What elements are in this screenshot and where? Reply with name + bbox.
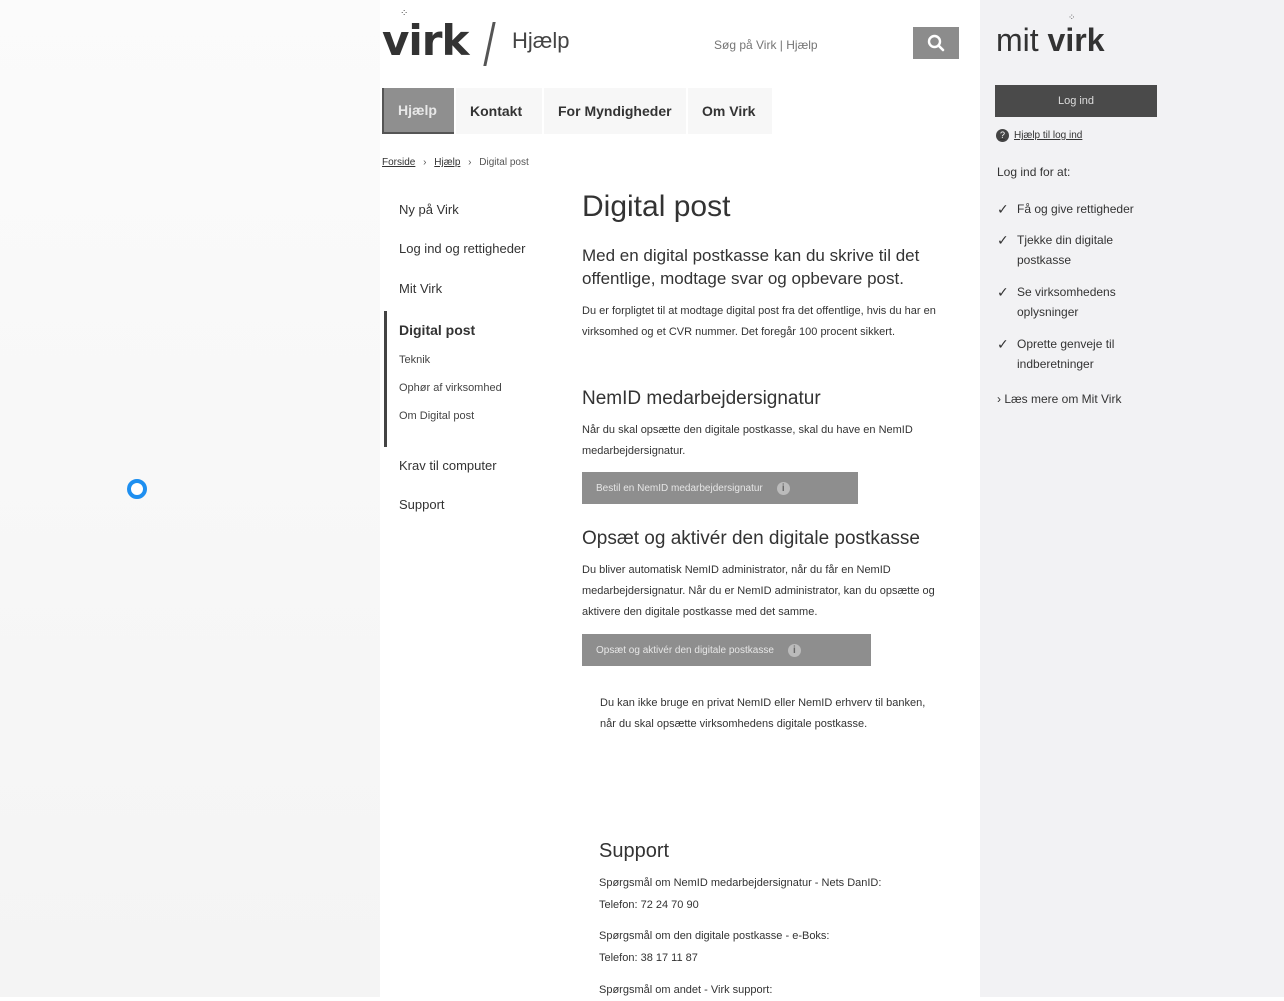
- sidebar-item-ny-paa-virk[interactable]: Ny på Virk: [399, 202, 459, 217]
- checklist-item: ✓ Få og give rettigheder: [997, 199, 1147, 219]
- support-heading: Support: [599, 840, 670, 862]
- sidebar-item-mit-virk[interactable]: Mit Virk: [399, 281, 442, 296]
- logo-divider: [483, 22, 496, 66]
- sidebar-subitem-ophoer[interactable]: Ophør af virksomhed: [399, 382, 502, 394]
- sidebar-item-support[interactable]: Support: [399, 497, 445, 512]
- help-login-label: Hjælp til log ind: [1014, 130, 1083, 141]
- checklist-item: ✓ Tjekke din digitale postkasse: [997, 230, 1147, 270]
- page-title: Digital post: [582, 190, 731, 223]
- support-line: Spørgsmål om den digitale postkasse - e-…: [599, 930, 830, 942]
- tab-hjaelp[interactable]: Hjælp: [382, 88, 454, 134]
- section-title: Hjælp: [512, 28, 570, 53]
- mit-virk-panel: [980, 0, 1284, 997]
- checklist-text: Få og give rettigheder: [1017, 202, 1134, 216]
- tab-om-virk[interactable]: Om Virk: [688, 88, 772, 134]
- checklist-item: ✓ Oprette genveje til indberetninger: [997, 334, 1147, 374]
- checklist-item: ✓ Se virksomhedens oplysninger: [997, 282, 1147, 322]
- checklist-text: Oprette genveje til indberetninger: [1017, 337, 1115, 371]
- intro-text: Du er forpligtet til at modtage digital …: [582, 305, 936, 338]
- checklist-text: Tjekke din digitale postkasse: [1017, 233, 1114, 267]
- search-button[interactable]: [913, 27, 959, 59]
- setup-postbox-label: Opsæt og aktivér den digitale postkasse: [596, 644, 774, 656]
- support-line: Spørgsmål om andet - Virk support:: [599, 984, 773, 996]
- breadcrumb-forside-link[interactable]: Forside: [382, 157, 415, 168]
- check-icon: ✓: [997, 284, 1009, 300]
- cursor-indicator: [127, 479, 147, 499]
- breadcrumb-separator: ›: [423, 157, 427, 168]
- tab-for-myndigheder[interactable]: For Myndigheder: [544, 88, 686, 134]
- section-heading-opsaet: Opsæt og aktivér den digitale postkasse: [582, 528, 920, 549]
- note-text: Du kan ikke bruge en privat NemID eller …: [600, 697, 926, 730]
- active-section-indicator: [384, 311, 387, 447]
- check-icon: ✓: [997, 201, 1009, 217]
- support-line: Spørgsmål om NemID medarbejdersignatur -…: [599, 877, 882, 889]
- order-signature-label: Bestil en NemID medarbejdersignatur: [596, 482, 763, 494]
- info-icon: i: [787, 643, 801, 657]
- section-text-opsaet: Du bliver automatisk NemID administrator…: [582, 564, 935, 618]
- read-more-link[interactable]: › Læs mere om Mit Virk: [997, 392, 1121, 406]
- sidebar-item-log-ind[interactable]: Log ind og rettigheder: [399, 241, 525, 256]
- breadcrumb-separator: ›: [468, 157, 472, 168]
- login-button[interactable]: Log ind: [995, 85, 1157, 117]
- login-intro: Log ind for at:: [997, 165, 1071, 179]
- search-input[interactable]: [712, 32, 906, 58]
- sidebar-subitem-teknik[interactable]: Teknik: [399, 354, 430, 366]
- sidebar-item-digital-post[interactable]: Digital post: [399, 322, 475, 338]
- breadcrumb-hjaelp-link[interactable]: Hjælp: [434, 157, 460, 168]
- setup-postbox-button[interactable]: Opsæt og aktivér den digitale postkasse …: [582, 634, 871, 666]
- search-icon: [927, 34, 945, 52]
- left-background: [0, 0, 380, 997]
- virk-logo[interactable]: virk: [382, 20, 469, 62]
- mit-virk-logo-plain: mit: [996, 22, 1048, 58]
- mit-virk-logo[interactable]: mit virk: [996, 22, 1104, 59]
- support-line: Telefon: 72 24 70 90: [599, 899, 699, 911]
- support-line: Telefon: 38 17 11 87: [599, 952, 698, 964]
- checklist-text: Se virksomhedens oplysninger: [1017, 285, 1116, 319]
- help-login-link[interactable]: ? Hjælp til log ind: [996, 129, 1082, 142]
- lead-text: Med en digital postkasse kan du skrive t…: [582, 246, 920, 288]
- sidebar-subitem-om-digital-post[interactable]: Om Digital post: [399, 410, 474, 422]
- mit-virk-logo-bold: virk: [1047, 22, 1105, 58]
- section-heading-nemid: NemID medarbejdersignatur: [582, 388, 821, 409]
- check-icon: ✓: [997, 232, 1009, 248]
- section-text-nemid: Når du skal opsætte den digitale postkas…: [582, 424, 913, 457]
- sidebar-item-krav-til-computer[interactable]: Krav til computer: [399, 458, 497, 473]
- breadcrumb: Forside › Hjælp › Digital post: [382, 157, 529, 168]
- breadcrumb-current: Digital post: [479, 157, 529, 168]
- check-icon: ✓: [997, 336, 1009, 352]
- info-icon: i: [776, 481, 790, 495]
- order-signature-button[interactable]: Bestil en NemID medarbejdersignatur i: [582, 472, 858, 504]
- help-icon: ?: [996, 129, 1009, 142]
- tab-kontakt[interactable]: Kontakt: [456, 88, 542, 134]
